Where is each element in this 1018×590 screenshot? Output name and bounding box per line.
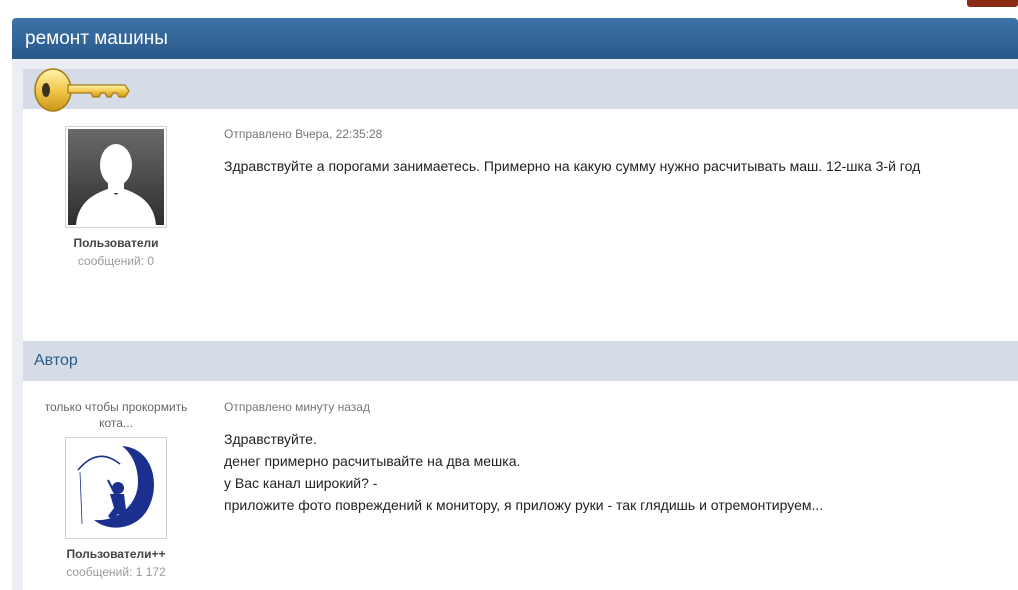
post-content: Отправлено минуту назад Здравствуйте. де…	[224, 400, 1004, 516]
post-date[interactable]: Отправлено Вчера, 22:35:28	[224, 127, 1004, 141]
default-avatar-silhouette	[68, 129, 164, 225]
post-text-line: денег примерно расчитывайте на два мешка…	[224, 453, 521, 469]
post: Пользователи сообщений: 0 Отправлено Вче…	[23, 68, 1018, 341]
post-text-line: Здравствуйте.	[224, 431, 317, 447]
post-text-line: Здравствуйте а порогами занимаетесь. При…	[224, 158, 921, 174]
topic-title: ремонт машины	[25, 28, 168, 49]
post-body: Здравствуйте. денег примерно расчитывайт…	[224, 428, 1004, 516]
moon-fisherman-avatar	[68, 440, 164, 536]
user-title: только чтобы прокормить кота...	[44, 400, 188, 430]
avatar[interactable]	[65, 437, 167, 539]
post-author-name[interactable]: Автор	[34, 341, 78, 381]
user-group: Пользователи++	[66, 547, 166, 561]
top-tab-button[interactable]	[967, 0, 1018, 7]
post-date[interactable]: Отправлено минуту назад	[224, 400, 1004, 414]
user-post-count: сообщений: 0	[77, 254, 155, 268]
user-group: Пользователи	[73, 236, 159, 250]
post-author-bar: Автор	[23, 341, 1018, 381]
post-author-info: Пользователи сообщений: 0	[23, 126, 209, 268]
post-text-line: приложите фото повреждений к монитору, я…	[224, 497, 824, 513]
post-author-info: только чтобы прокормить кота... Пользова…	[23, 399, 209, 579]
topic-title-bar: ремонт машины	[12, 18, 1018, 59]
post-author-bar	[23, 68, 1018, 112]
key-icon	[34, 68, 130, 112]
avatar[interactable]	[65, 126, 167, 228]
post-text-line: у Вас канал широкий? -	[224, 475, 378, 491]
post: Автор только чтобы прокормить кота... По…	[23, 341, 1018, 590]
post-content: Отправлено Вчера, 22:35:28 Здравствуйте …	[224, 127, 1004, 177]
post-body: Здравствуйте а порогами занимаетесь. При…	[224, 155, 1004, 177]
user-post-count: сообщений: 1 172	[66, 565, 166, 579]
